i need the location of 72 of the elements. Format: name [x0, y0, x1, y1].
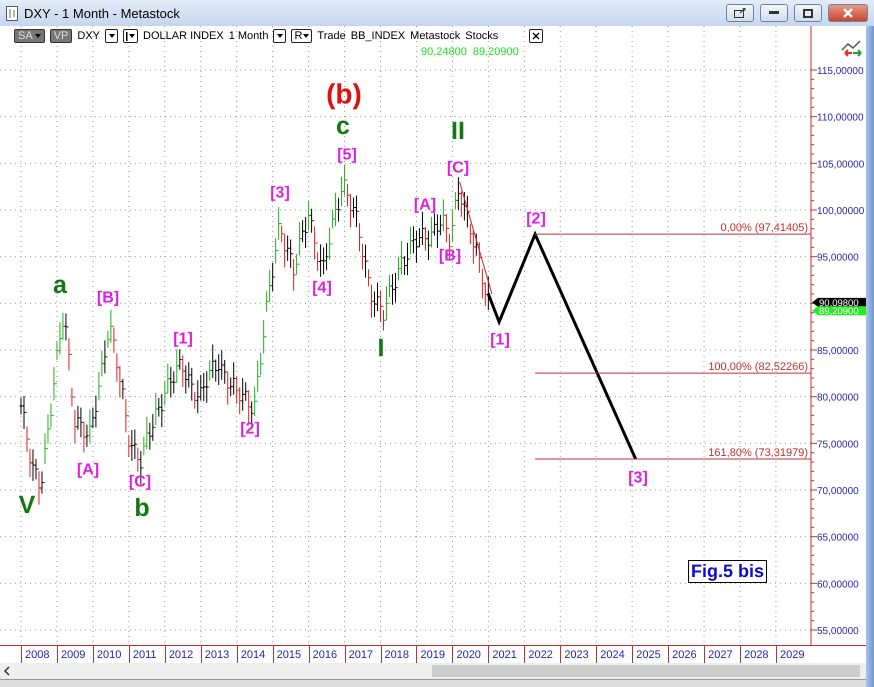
toolbar-text: Metastock [410, 30, 460, 42]
price-axis-label: 95,00000 [817, 252, 859, 264]
toolbar-text: 1 Month [228, 30, 268, 42]
price-axis-label: 115,00000 [817, 66, 864, 77]
wave-label: a [53, 271, 67, 299]
rules-button[interactable]: R [291, 29, 312, 43]
price-axis-label: 80,00000 [817, 392, 859, 404]
wave-label: [1] [490, 332, 510, 348]
price-axis-label: 85,00000 [817, 346, 859, 357]
caret-icon [303, 34, 310, 38]
toolbar-text: DXY [77, 30, 100, 42]
close-icon [532, 32, 540, 40]
study-button[interactable]: SA [14, 29, 45, 43]
wave-label: V [18, 491, 36, 519]
price-axis-label: 65,00000 [817, 532, 859, 544]
wave-label: [A] [76, 462, 100, 478]
wave-label: [1] [173, 330, 193, 348]
horizontal-scrollbar[interactable] [0, 663, 866, 679]
caret-icon [108, 34, 114, 38]
price-axis-label: 100,00000 [817, 206, 864, 217]
trade-arrows-icon [841, 40, 862, 57]
price-axis-label: 110,00000 [817, 112, 864, 124]
price-axis-label: 105,00000 [817, 159, 864, 170]
toolbar-text: DOLLAR INDEX [143, 30, 224, 42]
close-toolbar-button[interactable] [529, 29, 544, 43]
popout-icon [734, 8, 746, 18]
toolbar-text: BB_INDEX [350, 30, 406, 42]
fibonacci-label: 0,00% (97,41405) [720, 222, 808, 234]
minimize-button[interactable] [760, 4, 788, 22]
close-icon [843, 8, 853, 18]
wave-label: I [378, 334, 384, 362]
wave-label: [4] [312, 280, 332, 296]
maximize-icon [803, 8, 813, 18]
wave-label: c [336, 112, 350, 140]
scrollbar-thumb[interactable] [432, 665, 860, 677]
price-axis-label: 55,00000 [817, 626, 859, 637]
wave-label: [B] [96, 290, 120, 306]
maximize-button[interactable] [794, 4, 822, 22]
dropdown-button[interactable] [273, 29, 286, 43]
wave-label: [C] [446, 160, 470, 176]
price-axis-label: 60,00000 [817, 579, 859, 590]
popout-button[interactable] [726, 4, 754, 22]
toolbar-text: Stocks [465, 30, 498, 42]
dropdown-button[interactable] [105, 29, 118, 43]
price-axis-label: 70,00000 [817, 486, 859, 497]
wave-label: [5] [337, 146, 357, 164]
close-button[interactable] [828, 4, 868, 22]
figure-label: Fig.5 bis [688, 560, 768, 583]
wave-label: [3] [628, 470, 648, 486]
wave-label: b [134, 494, 150, 522]
caret-icon [129, 34, 135, 38]
indicator-button[interactable] [123, 29, 138, 43]
wave-label: [2] [240, 420, 260, 438]
wave-label: [A] [414, 196, 436, 214]
chart-document-icon [6, 6, 18, 20]
wave-label: [2] [526, 210, 546, 228]
wave-label: [B] [438, 248, 462, 264]
wave-label: [C] [128, 474, 152, 490]
study-button[interactable]: VP [50, 29, 72, 43]
fibonacci-label: 161,80% (73,31979) [708, 447, 808, 459]
wave-label: [3] [270, 184, 290, 202]
window-title: DXY - 1 Month - Metastock [24, 6, 181, 20]
minimize-icon [769, 11, 779, 15]
toolbar-text: Trade [317, 30, 346, 42]
price-reading: 90,24800 [421, 46, 467, 58]
price-reading: 89,20900 [472, 46, 519, 58]
caret-icon [276, 34, 283, 38]
wave-label: II [451, 117, 465, 145]
wave-label: (b) [326, 78, 362, 110]
fibonacci-label: 100,00% (82,52266) [708, 361, 808, 374]
price-axis-label: 75,00000 [817, 439, 859, 450]
price-tag: 89,20900 [812, 306, 866, 318]
